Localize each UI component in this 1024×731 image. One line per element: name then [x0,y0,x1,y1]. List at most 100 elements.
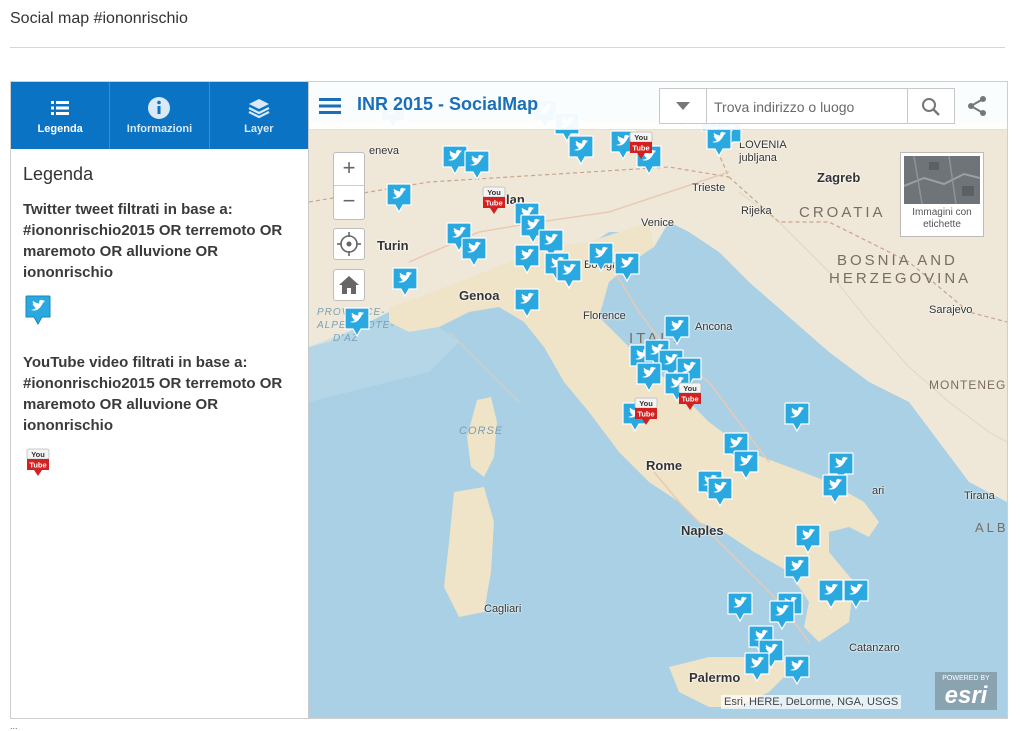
basemap-toggle[interactable]: Immagini con etichette [900,152,984,237]
twitter-marker[interactable] [514,288,540,320]
page-title: Social map #iononrischio [10,10,188,27]
tab-layer[interactable]: Layer [210,82,308,149]
region-label-montenegro: MONTENEG [929,378,1007,392]
basemap-label: Immagini con etichette [912,207,972,230]
legend-content: Legenda Twitter tweet filtrati in base a… [23,164,293,505]
locate-button[interactable] [333,228,365,260]
city-label-rome: Rome [646,458,683,473]
zoom-out-button[interactable]: − [334,186,364,218]
region-label-bih-1: BOSNIA AND [837,252,958,269]
twitter-marker[interactable] [784,655,810,687]
tab-informazioni-label: Informazioni [126,123,193,135]
twitter-marker[interactable] [784,402,810,434]
twitter-marker[interactable] [636,362,662,394]
city-label-bari: ari [872,485,885,497]
city-label-cagliari: Cagliari [484,603,522,615]
twitter-marker[interactable] [795,524,821,556]
city-label-ancona: Ancona [695,321,733,333]
city-label-florence: Florence [583,310,626,322]
twitter-marker[interactable] [556,259,582,291]
map-view[interactable]: ITALY CROATIA BOSNIA AND HERZEGOVINA MON… [309,82,1007,718]
region-label-bih-2: HERZEGOVINA [829,270,972,287]
youtube-filter-text: YouTube video filtrati in base a: #ionon… [23,354,283,434]
page-footnote: ... [10,721,18,731]
city-label-turin: Turin [377,238,409,253]
city-label-sarajevo: Sarajevo [929,304,973,316]
esri-logo: POWERED BY esri [935,672,997,710]
youtube-marker-icon: You Tube [26,448,50,476]
city-label-tirana: Tirana [964,490,995,502]
search-button[interactable] [907,89,954,123]
share-icon[interactable] [965,94,989,118]
svg-text:Tube: Tube [681,395,698,404]
city-label-venice: Venice [641,217,675,229]
twitter-marker[interactable] [614,252,640,284]
twitter-marker[interactable] [386,183,412,215]
map-attribution: Esri, HERE, DeLorme, NGA, USGS [721,695,902,709]
region-label-croatia: CROATIA [799,204,886,221]
svg-text:Tube: Tube [485,199,502,208]
twitter-marker[interactable] [461,237,487,269]
region-label-alb: ALB [975,520,1007,535]
twitter-marker[interactable] [727,592,753,624]
search-source-dropdown[interactable] [660,89,707,123]
svg-text:Tube: Tube [29,461,46,470]
tab-legenda-label: Legenda [37,123,83,135]
city-label-rijeka: Rijeka [741,205,772,217]
search-input[interactable] [712,96,902,118]
search-icon [922,98,940,116]
youtube-marker[interactable]: You Tube [677,382,703,414]
title-divider [10,47,1005,48]
city-label-palermo: Palermo [689,670,741,685]
region-label-corse: CORSE [459,425,504,437]
legend-heading: Legenda [23,164,94,184]
twitter-marker[interactable] [706,127,732,159]
layers-icon [248,99,270,119]
twitter-marker[interactable] [344,307,370,339]
twitter-marker[interactable] [464,150,490,182]
twitter-filter-text: Twitter tweet filtrati in base a: #ionon… [23,201,283,281]
home-icon [339,276,359,294]
twitter-marker-icon [25,295,51,326]
youtube-marker[interactable]: You Tube [633,397,659,429]
home-button[interactable] [333,269,365,301]
youtube-marker[interactable]: You Tube [481,186,507,218]
twitter-marker[interactable] [568,135,594,167]
twitter-marker[interactable] [818,579,844,611]
zoom-in-button[interactable]: + [334,153,364,186]
city-label-naples: Naples [681,523,724,538]
svg-text:You: You [487,188,501,197]
twitter-marker[interactable] [744,652,770,684]
tab-layer-label: Layer [244,123,274,135]
svg-text:Tube: Tube [632,144,649,153]
esri-powered-by: POWERED BY [942,675,990,682]
city-label-trieste: Trieste [692,182,726,194]
twitter-marker[interactable] [588,242,614,274]
hamburger-menu-icon[interactable] [319,98,341,114]
info-icon [148,97,171,119]
social-map-app: Legenda Informazioni Layer Legenda Twitt… [10,81,1008,719]
tab-informazioni[interactable]: Informazioni [110,82,210,149]
basemap-thumbnail [904,156,980,204]
twitter-marker[interactable] [784,555,810,587]
twitter-marker[interactable] [822,474,848,506]
map-title: INR 2015 - SocialMap [357,94,539,114]
youtube-marker[interactable]: You Tube [628,131,654,163]
locate-icon [337,232,361,256]
svg-text:You: You [683,384,697,393]
zoom-control: + − [333,152,365,220]
twitter-marker[interactable] [392,267,418,299]
twitter-marker[interactable] [843,579,869,611]
city-label-catanzaro: Catanzaro [849,642,900,654]
twitter-marker[interactable] [733,450,759,482]
twitter-marker[interactable] [707,477,733,509]
svg-text:You: You [634,133,648,142]
svg-text:You: You [639,399,653,408]
city-label-genoa: Genoa [459,288,500,303]
panel-tabs: Legenda Informazioni Layer [11,82,308,149]
twitter-marker[interactable] [514,244,540,276]
map-header: INR 2015 - SocialMap [309,82,1007,130]
search-box [659,88,955,124]
svg-text:Tube: Tube [637,410,654,419]
tab-legenda[interactable]: Legenda [11,82,111,149]
